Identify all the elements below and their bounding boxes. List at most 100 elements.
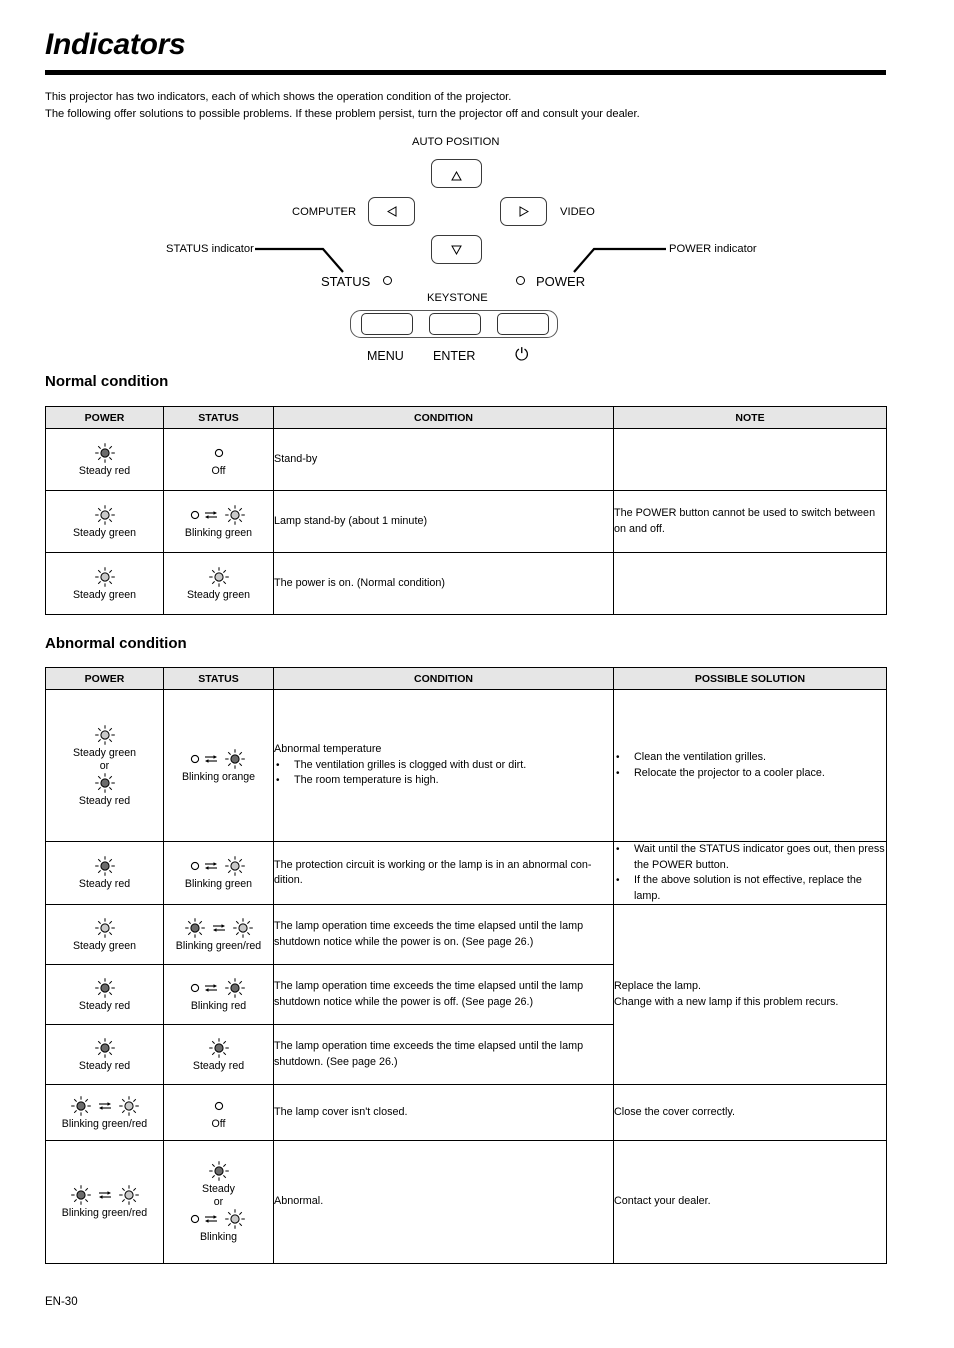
condition-text: The lamp operation time exceeds the time…	[274, 980, 584, 1008]
blink-arrows-icon	[98, 1191, 111, 1199]
col-status: STATUS	[163, 667, 274, 690]
indicator-off-icon	[190, 510, 199, 519]
left-arrow-button[interactable]	[368, 197, 415, 226]
power-indicator-dot	[516, 276, 525, 285]
menu-label: MENU	[367, 349, 404, 363]
col-power: POWER	[45, 406, 164, 429]
col-power: POWER	[45, 667, 164, 690]
condition-cell: The lamp operation time exceeds the time…	[273, 964, 614, 1025]
lamp-icon	[94, 917, 115, 938]
abnormal-condition-table: POWER STATUS CONDITION POSSIBLE SOLUTION…	[45, 667, 887, 1264]
icon-or-separator: or	[213, 1196, 224, 1208]
solution-text: Replace the lamp.	[614, 980, 702, 992]
keystone-label: KEYSTONE	[427, 292, 488, 304]
col-possible-solution: POSSIBLE SOLUTION	[613, 667, 887, 690]
power-button[interactable]	[497, 313, 549, 335]
power-cell: Steady green	[45, 904, 164, 965]
lamp-icon	[70, 1095, 91, 1116]
lamp-icon	[184, 917, 205, 938]
indicator-label: Steady green	[72, 588, 137, 601]
intro-line-1: This projector has two indicators, each …	[45, 91, 512, 103]
bullet-item: Clean the ventilation grilles.	[614, 750, 886, 766]
indicator-label: Steady red	[192, 1059, 245, 1072]
power-cell: Steady red	[45, 1024, 164, 1085]
table-row: Steady green Blinking green/red The lamp o…	[45, 904, 887, 1085]
indicator-label: Steady red	[78, 999, 131, 1012]
condition-cell: The lamp operation time exceeds the time…	[273, 904, 614, 965]
lamp-icon	[118, 1185, 139, 1205]
triangle-right-svg	[519, 206, 529, 217]
status-cell: Blinking green	[163, 841, 274, 905]
lamp-icon	[94, 504, 115, 525]
steady-indicator	[46, 977, 163, 998]
bullet-item: Wait until the STATUS indicator goes out…	[614, 842, 886, 873]
intro-paragraph: This projector has two indicators, each …	[45, 89, 905, 123]
power-indicator-callout: POWER indicator	[669, 243, 757, 255]
enter-label: ENTER	[433, 349, 476, 363]
indicator-label: Off	[211, 464, 226, 477]
lamp-icon	[70, 1185, 91, 1205]
off-indicator	[164, 443, 273, 463]
lamp-icon	[94, 772, 115, 793]
col-condition: CONDITION	[273, 406, 614, 429]
indicator-label: Steady green	[186, 588, 251, 601]
blinking-indicator	[164, 1209, 273, 1229]
indicator-off-icon	[190, 1214, 199, 1224]
bullet-list: Wait until the STATUS indicator goes out…	[614, 842, 886, 904]
indicator-label: Blinking green/red	[175, 939, 262, 952]
normal-condition-heading: Normal condition	[45, 373, 169, 390]
power-label: POWER	[536, 274, 586, 289]
title-rule	[45, 70, 886, 75]
note-cell: The POWER button cannot be used to switc…	[613, 490, 887, 553]
lamp-icon	[224, 504, 245, 525]
indicator-label: Steady	[202, 1183, 235, 1195]
off-indicator	[164, 1096, 273, 1116]
power-cell: Steady red	[45, 964, 164, 1025]
lamp-icon	[94, 566, 115, 587]
abnormal-condition-heading: Abnormal condition	[45, 635, 187, 652]
steady-indicator	[46, 856, 163, 876]
enter-button[interactable]	[429, 313, 481, 335]
blink-arrows-icon	[204, 510, 217, 519]
menu-button[interactable]	[361, 313, 413, 335]
icon-or-separator: or	[99, 759, 110, 772]
power-cell: Steady red	[45, 841, 164, 905]
solution-text: Change with a new lamp if this problem r…	[614, 995, 839, 1008]
blink-arrows-icon	[204, 983, 217, 992]
solution-cell: Replace the lamp. Change with a new lamp …	[613, 904, 887, 1085]
indicator-label: Blinking green/red	[61, 1207, 148, 1219]
note-cell	[613, 428, 887, 491]
indicator-label: Blinking green/red	[61, 1117, 148, 1130]
indicator-label: Blinking green	[184, 878, 253, 890]
status-cell: Blinking green/red	[163, 904, 274, 965]
right-arrow-button[interactable]	[500, 197, 547, 226]
condition-cell: The protection circuit is working or the…	[273, 841, 614, 905]
up-arrow-button[interactable]	[431, 159, 482, 188]
status-cell: Blinking red	[163, 964, 274, 1025]
steady-indicator	[46, 504, 163, 525]
table-row: Steady red Off Stand-by	[45, 428, 887, 491]
triangle-down-svg	[451, 245, 462, 255]
condition-cell: Abnormal temperature The ventilation gril…	[273, 689, 614, 842]
blinking-two-color-indicator	[164, 917, 273, 938]
down-arrow-button[interactable]	[431, 235, 482, 264]
bullet-item: If the above solution is not effective, …	[614, 873, 886, 904]
page-title: Indicators	[45, 28, 186, 61]
solution-cell: Clean the ventilation grilles.Relocate t…	[613, 689, 887, 842]
document-page: Indicators This projector has two indica…	[0, 0, 954, 1348]
solution-cell: Contact your dealer.	[613, 1140, 887, 1264]
condition-cell: Lamp stand-by (about 1 minute)	[273, 490, 614, 553]
lamp-icon	[224, 748, 245, 769]
lamp-icon	[224, 1209, 245, 1229]
power-cell: Blinking green/red	[45, 1084, 164, 1141]
video-label: VIDEO	[560, 206, 595, 218]
lamp-icon	[94, 724, 115, 745]
condition-text: Abnormal.	[274, 1195, 324, 1208]
indicator-off-icon	[190, 754, 199, 763]
bullet-list: Clean the ventilation grilles.Relocate t…	[614, 750, 886, 781]
status-cell: Steady green	[163, 552, 274, 615]
solution-text: Contact your dealer.	[614, 1195, 711, 1208]
indicator-label: Blinking orange	[181, 770, 256, 783]
status-indicator-dot	[383, 276, 392, 285]
status-cell: Off	[163, 1084, 274, 1141]
